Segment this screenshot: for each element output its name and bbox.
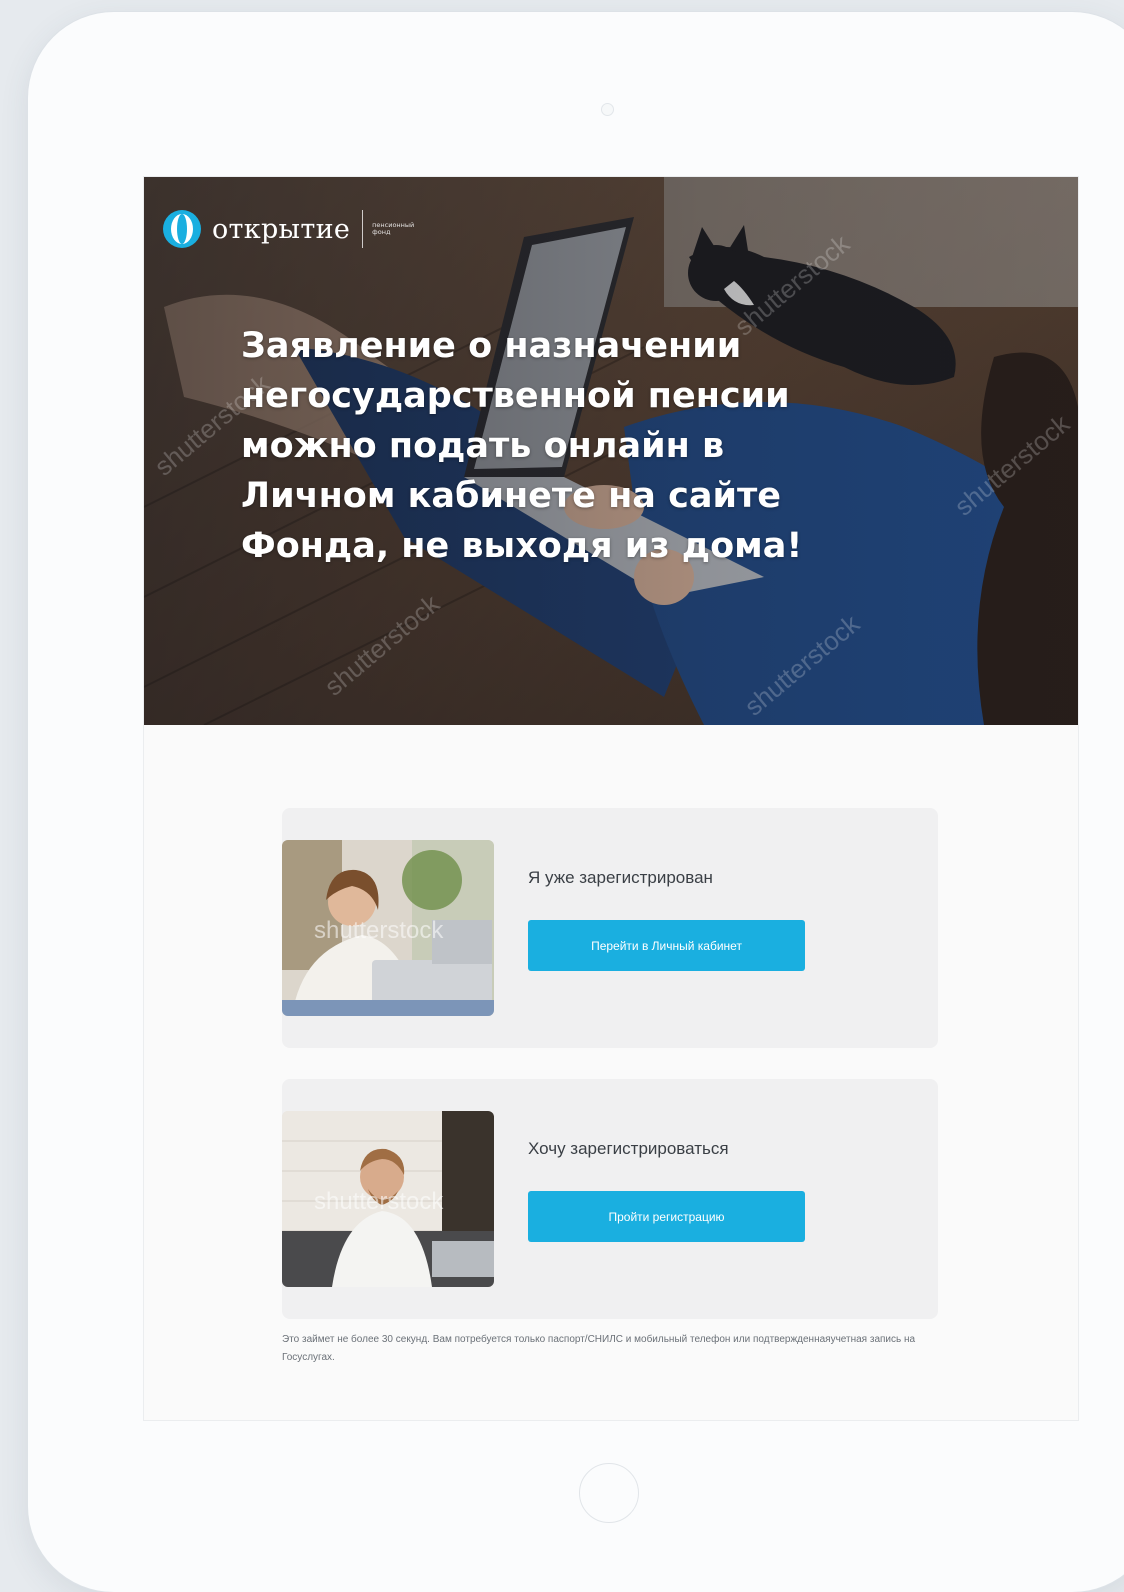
home-button[interactable] [579,1463,639,1523]
option-card-registered: shutterstock Я уже зарегистрирован Перей… [282,808,938,1048]
register-photo-watermark: shutterstock [314,1188,444,1215]
go-to-account-button[interactable]: Перейти в Личный кабинет [528,920,805,971]
register-title: Хочу зарегистрироваться [528,1139,729,1158]
brand-name: открытие [212,213,351,245]
register-button[interactable]: Пройти регистрацию [528,1191,805,1242]
footnote: Это займет не более 30 секунд. Вам потре… [282,1334,916,1363]
registered-title: Я уже зарегистрирован [528,868,713,887]
option-card-register: shutterstock Хочу зарегистрироваться Про… [282,1079,938,1319]
hero-banner: shutterstock shutterstock shutterstock s… [144,177,1078,725]
tablet-frame: shutterstock shutterstock shutterstock s… [28,12,1124,1592]
camera-icon [601,103,614,116]
registered-photo-watermark: shutterstock [314,917,444,944]
register-photo: shutterstock [282,1111,494,1287]
brand-logo[interactable]: открытие пенсионный фонд [162,209,418,249]
screen: shutterstock shutterstock shutterstock s… [143,176,1079,1421]
registered-photo: shutterstock [282,840,494,1016]
brand-subtitle: пенсионный фонд [372,221,415,236]
brand-logo-icon [163,210,201,248]
hero-title: Заявление о назначении негосударственной… [241,326,803,566]
brand-divider [362,210,364,248]
